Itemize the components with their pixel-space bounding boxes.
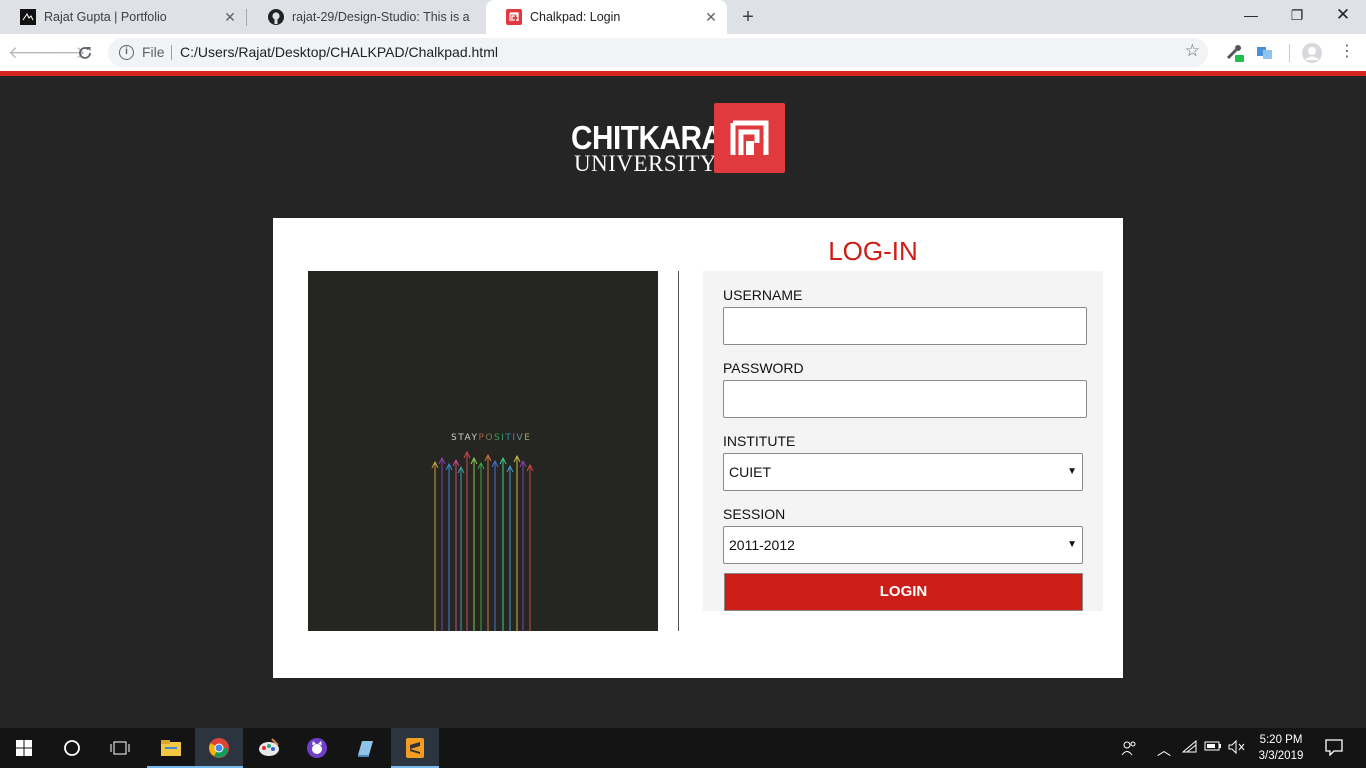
action-center-icon[interactable] xyxy=(1325,738,1343,759)
github-desktop-icon[interactable] xyxy=(293,728,341,768)
institute-select[interactable]: CUIET ▼ xyxy=(723,453,1083,491)
session-select[interactable]: 2011-2012 ▼ xyxy=(723,526,1083,564)
minimize-button[interactable]: — xyxy=(1228,0,1274,32)
scheme-label: File xyxy=(142,44,165,60)
windows-taskbar: ︿ 5:20 PM 3/3/2019 xyxy=(0,728,1366,768)
username-label: USERNAME xyxy=(723,287,803,303)
tab-title: rajat-29/Design-Studio: This is a xyxy=(292,10,470,24)
page-top-accent-bar xyxy=(0,71,1366,76)
restore-button[interactable]: ❐ xyxy=(1274,0,1320,32)
login-button[interactable]: LOGIN xyxy=(724,573,1083,611)
cortana-search-icon[interactable] xyxy=(48,728,96,768)
new-tab-button[interactable]: + xyxy=(736,4,760,30)
dropdown-arrow-icon: ▼ xyxy=(1067,466,1077,477)
chitkara-logo: CHITKARA UNIVERSITY xyxy=(571,103,785,176)
dropdown-arrow-icon: ▼ xyxy=(1067,539,1077,550)
browser-toolbar: 🡐 🡒 i File C:/Users/Rajat/Desktop/CHALKP… xyxy=(0,34,1366,71)
task-view-icon[interactable] xyxy=(96,728,144,768)
session-selected-value: 2011-2012 xyxy=(729,537,795,553)
profile-avatar-icon[interactable] xyxy=(1301,42,1323,64)
clock-date: 3/3/2019 xyxy=(1258,750,1304,762)
institute-selected-value: CUIET xyxy=(729,464,771,480)
tab-github[interactable]: rajat-29/Design-Studio: This is a xyxy=(248,0,486,34)
session-label: SESSION xyxy=(723,506,786,522)
institute-label: INSTITUTE xyxy=(723,433,796,449)
tab-portfolio[interactable]: Rajat Gupta | Portfolio ✕ xyxy=(0,0,246,34)
clock-time: 5:20 PM xyxy=(1259,734,1303,746)
battery-icon[interactable] xyxy=(1204,740,1222,755)
sublime-text-icon[interactable] xyxy=(391,728,439,768)
show-hidden-icons-chevron-icon[interactable]: ︿ xyxy=(1157,740,1171,760)
menu-kebab-icon[interactable]: ⋮ xyxy=(1336,42,1358,64)
url-text[interactable]: C:/Users/Rajat/Desktop/CHALKPAD/Chalkpad… xyxy=(180,44,498,60)
login-card: STAYPOSITIVE LOG-IN USERNAME PASSWORD IN… xyxy=(273,218,1123,678)
password-input[interactable] xyxy=(723,380,1087,418)
people-icon[interactable] xyxy=(1121,740,1137,759)
logo-mark-icon xyxy=(714,103,785,173)
volume-muted-icon[interactable] xyxy=(1228,739,1246,757)
reload-button[interactable] xyxy=(72,40,98,66)
tab-title: Rajat Gupta | Portfolio xyxy=(44,10,167,24)
close-icon[interactable]: ✕ xyxy=(220,9,240,26)
portfolio-favicon-icon xyxy=(20,9,36,25)
bookmark-star-icon[interactable]: ☆ xyxy=(1185,41,1200,61)
notepad-icon[interactable] xyxy=(341,728,389,768)
url-divider xyxy=(171,45,172,60)
github-icon xyxy=(268,9,284,25)
tab-chalkpad[interactable]: Chalkpad: Login ✕ xyxy=(486,0,727,34)
start-windows-icon[interactable] xyxy=(0,728,48,768)
system-clock[interactable]: 5:20 PM 3/3/2019 xyxy=(1250,732,1312,764)
address-bar[interactable]: i File C:/Users/Rajat/Desktop/CHALKPAD/C… xyxy=(108,38,1208,67)
extension-eyedropper-icon[interactable] xyxy=(1224,42,1246,64)
paint-icon[interactable] xyxy=(245,728,293,768)
stay-positive-poster: STAYPOSITIVE xyxy=(308,271,658,631)
login-title: LOG-IN xyxy=(828,236,918,266)
file-explorer-icon[interactable] xyxy=(147,728,195,768)
back-button[interactable]: 🡐 xyxy=(8,40,54,66)
vertical-divider xyxy=(678,271,679,631)
toolbar-divider xyxy=(1289,44,1290,62)
logo-text-line2: UNIVERSITY xyxy=(574,151,717,176)
chalkpad-favicon-icon xyxy=(506,9,522,25)
wifi-icon[interactable] xyxy=(1181,739,1198,757)
chrome-icon[interactable] xyxy=(195,728,243,768)
extension-translate-icon[interactable] xyxy=(1254,42,1276,64)
close-icon[interactable]: ✕ xyxy=(701,9,721,26)
forward-button[interactable]: 🡒 xyxy=(40,40,86,66)
browser-tab-bar: Rajat Gupta | Portfolio ✕ rajat-29/Desig… xyxy=(0,0,1366,34)
tab-title: Chalkpad: Login xyxy=(530,10,621,24)
login-form: USERNAME PASSWORD INSTITUTE CUIET ▼ SESS… xyxy=(703,271,1103,611)
tab-divider xyxy=(246,9,247,26)
username-input[interactable] xyxy=(723,307,1087,345)
reload-icon xyxy=(79,47,91,59)
window-close-button[interactable]: ✕ xyxy=(1320,0,1366,32)
password-label: PASSWORD xyxy=(723,360,804,376)
arrows-graphic xyxy=(431,450,534,631)
info-icon[interactable]: i xyxy=(119,45,134,60)
